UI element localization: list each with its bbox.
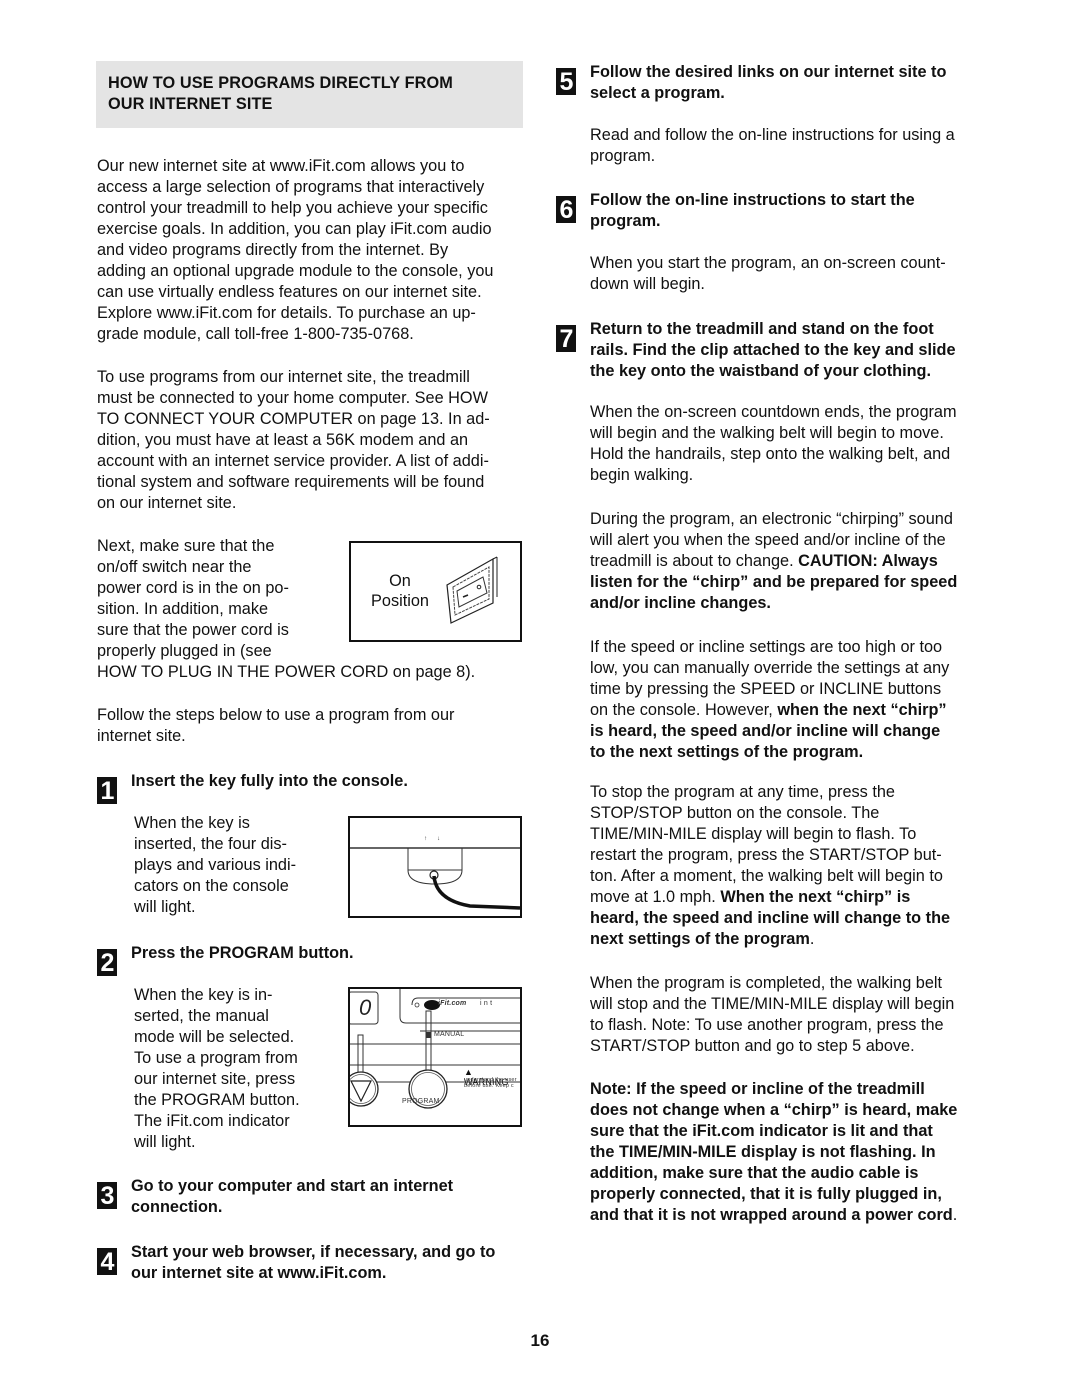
- follow-steps-paragraph: Follow the steps below to use a program …: [97, 706, 455, 745]
- manual-label: MANUAL: [434, 1031, 465, 1038]
- step-1-body: When the key is inserted, the four dis- …: [134, 814, 296, 916]
- int-label: i n t: [480, 1000, 493, 1007]
- step-number-badge: 4: [97, 1248, 117, 1276]
- console-panel-icon: [350, 989, 520, 1109]
- section-heading: HOW TO USE PROGRAMS DIRECTLY FROM OUR IN…: [108, 74, 453, 113]
- step-number-badge: 2: [97, 949, 117, 977]
- step-7: 7 Return to the treadmill and stand on t…: [556, 319, 996, 382]
- note-paragraph: Note: If the speed or incline of the tre…: [590, 1079, 990, 1226]
- svg-text:↑: ↑: [424, 836, 427, 842]
- rocker-switch-icon: [446, 556, 498, 624]
- ifit-label: iFit.com: [438, 1000, 467, 1007]
- note-end: .: [952, 1206, 958, 1224]
- step-6-body: When you start the program, an on-screen…: [590, 254, 946, 293]
- display-digit: 0: [359, 995, 372, 1020]
- warning-line-2: before use. Keep c: [464, 1083, 514, 1089]
- step-title: Start your web browser, if necessary, an…: [131, 1243, 496, 1282]
- step-title: Follow the on-line instructions to start…: [590, 191, 915, 230]
- step-number-badge: 1: [97, 777, 117, 805]
- step-number-badge: 3: [97, 1182, 117, 1210]
- on-position-label: On Position: [371, 572, 429, 610]
- svg-text:↓: ↓: [437, 836, 440, 842]
- requirements-paragraph: To use programs from our internet site, …: [97, 368, 490, 512]
- page-number: 16: [530, 1331, 550, 1350]
- step-title: Go to your computer and start an interne…: [131, 1177, 454, 1216]
- step-number-badge: 6: [556, 196, 576, 224]
- key-insert-figure: ↑ ↓: [348, 816, 522, 918]
- step-2: 2 Press the PROGRAM button.: [97, 943, 537, 977]
- note-text: Note: If the speed or incline of the tre…: [590, 1080, 958, 1224]
- step-title: Insert the key fully into the console.: [131, 772, 408, 790]
- step-2-body: When the key is in- serted, the manual m…: [134, 986, 300, 1151]
- completed-paragraph: When the program is completed, the walki…: [590, 974, 955, 1055]
- on-position-figure: On Position: [349, 541, 522, 642]
- chirp-paragraph: During the program, an electronic “chirp…: [590, 509, 990, 614]
- console-key-icon: ↑ ↓: [350, 836, 520, 910]
- stop-paragraph: To stop the program at any time, press t…: [590, 782, 990, 950]
- step-1: 1 Insert the key fully into the console.: [97, 771, 537, 805]
- switch-paragraph-tail: HOW TO PLUG IN THE POWER CORD on page 8)…: [97, 663, 476, 681]
- step-3: 3 Go to your computer and start an inter…: [97, 1176, 537, 1218]
- step-6: 6 Follow the on-line instructions to sta…: [556, 190, 996, 232]
- step-4: 4 Start your web browser, if necessary, …: [97, 1242, 537, 1284]
- step-number-badge: 7: [556, 325, 576, 353]
- override-paragraph: If the speed or incline settings are too…: [590, 637, 990, 763]
- switch-paragraph: Next, make sure that the on/off switch n…: [97, 537, 289, 660]
- step-5-body: Read and follow the on-line instructions…: [590, 126, 955, 165]
- step-title: Return to the treadmill and stand on the…: [590, 320, 956, 380]
- program-label: PROGRAM: [402, 1098, 440, 1105]
- step-5: 5 Follow the desired links on our intern…: [556, 62, 996, 104]
- step-title: Press the PROGRAM button.: [131, 944, 354, 962]
- step-number-badge: 5: [556, 68, 576, 96]
- step-7-body: When the on-screen countdown ends, the p…: [590, 403, 957, 484]
- step-title: Follow the desired links on our internet…: [590, 63, 947, 102]
- stop-end: .: [809, 930, 815, 948]
- intro-paragraph: Our new internet site at www.iFit.com al…: [97, 157, 494, 343]
- console-program-figure: 0 iFit.com i n t MANUAL ▲ WARNING unders…: [348, 987, 522, 1127]
- section-heading-box: HOW TO USE PROGRAMS DIRECTLY FROM OUR IN…: [96, 61, 523, 128]
